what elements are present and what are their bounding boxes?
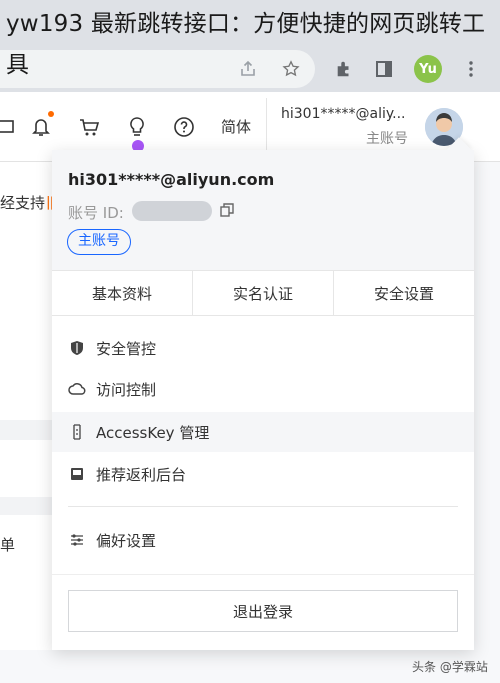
background-text: 单: [0, 536, 16, 554]
menu-item-label: 偏好设置: [96, 531, 157, 550]
bulb-icon[interactable]: [123, 113, 151, 141]
menu-item-preferences[interactable]: 偏好设置: [52, 520, 474, 560]
account-email: hi301*****@aliyun.com: [68, 170, 275, 189]
gift-icon: [68, 465, 86, 483]
role-badge: 主账号: [67, 229, 131, 255]
menu-item-access-control[interactable]: 访问控制: [52, 369, 474, 409]
account-dropdown: hi301*****@aliyun.com 账号 ID: 主账号 基本资料 实名…: [52, 137, 474, 650]
menu-item-label: 安全管控: [96, 339, 157, 358]
menu-item-security-control[interactable]: 安全管控: [52, 328, 474, 368]
tab-basic-info[interactable]: 基本资料: [52, 271, 193, 315]
menu-divider: [68, 506, 458, 507]
menu-item-label: AccessKey 管理: [96, 423, 210, 442]
footer-divider: [52, 574, 474, 575]
background-band: [0, 497, 52, 515]
tab-security-settings[interactable]: 安全设置: [334, 271, 474, 315]
menu-item-referral[interactable]: 推荐返利后台: [52, 454, 474, 494]
shield-icon: [68, 339, 86, 357]
menu-item-label: 访问控制: [96, 380, 157, 399]
cloud-icon: [68, 380, 86, 398]
watermark: 头条 @学霖站: [412, 660, 488, 674]
language-switch[interactable]: 简体: [221, 116, 251, 137]
background-scroll-area: [474, 162, 500, 683]
key-icon: [68, 423, 86, 441]
account-id-label: 账号 ID:: [68, 204, 124, 222]
account-id-masked: [132, 201, 212, 221]
screen-icon[interactable]: [0, 113, 20, 141]
tab-real-name-auth[interactable]: 实名认证: [193, 271, 334, 315]
menu-item-label: 推荐返利后台: [96, 465, 187, 484]
bell-icon[interactable]: [27, 113, 55, 141]
dropdown-header: hi301*****@aliyun.com 账号 ID: 主账号: [52, 150, 474, 270]
notification-dot: [48, 111, 54, 117]
background-text: 经支持: [0, 194, 46, 212]
copy-icon[interactable]: [217, 200, 237, 220]
cart-icon[interactable]: [75, 113, 103, 141]
page-headline: yw193 最新跳转接口：方便快捷的网页跳转工具: [6, 11, 486, 78]
help-icon[interactable]: [170, 113, 198, 141]
logout-button[interactable]: 退出登录: [68, 590, 458, 632]
menu-item-accesskey[interactable]: AccessKey 管理: [52, 412, 474, 452]
sliders-icon: [68, 531, 86, 549]
profile-tabs: 基本资料 实名认证 安全设置: [52, 270, 474, 316]
background-band: [0, 420, 52, 440]
topbar-divider: [266, 98, 267, 158]
account-role: 主账号: [366, 131, 408, 147]
account-name[interactable]: hi301*****@aliy...: [281, 106, 405, 122]
